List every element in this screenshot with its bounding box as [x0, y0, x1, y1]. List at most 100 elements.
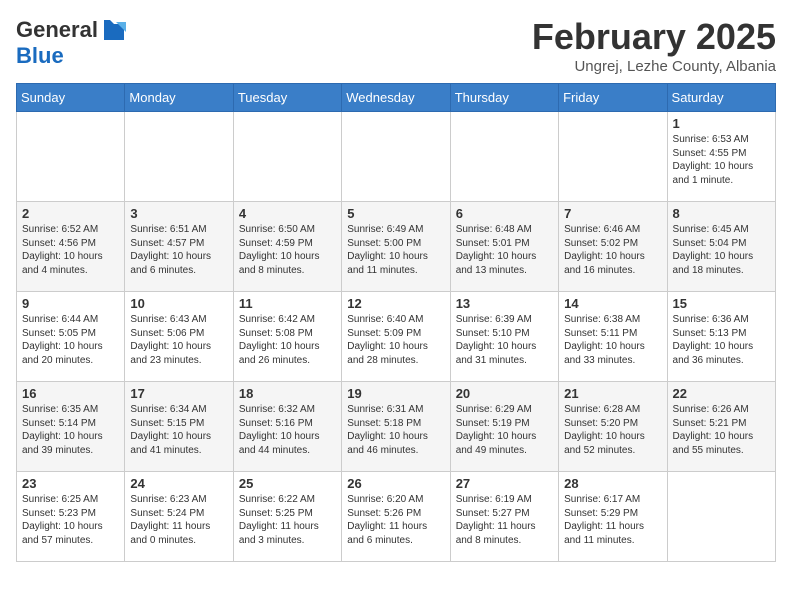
month-title: February 2025 — [532, 16, 776, 58]
day-info: Sunrise: 6:40 AM Sunset: 5:09 PM Dayligh… — [347, 313, 444, 367]
day-info: Sunrise: 6:49 AM Sunset: 5:00 PM Dayligh… — [347, 223, 444, 277]
day-number: 26 — [347, 476, 444, 491]
day-info: Sunrise: 6:29 AM Sunset: 5:19 PM Dayligh… — [456, 403, 553, 457]
day-number: 25 — [239, 476, 336, 491]
weekday-header-tuesday: Tuesday — [233, 84, 341, 112]
day-number: 8 — [673, 206, 770, 221]
day-number: 6 — [456, 206, 553, 221]
calendar-cell: 6 Sunrise: 6:48 AM Sunset: 5:01 PM Daylig… — [450, 202, 558, 292]
calendar-cell: 5 Sunrise: 6:49 AM Sunset: 5:00 PM Daylig… — [342, 202, 450, 292]
calendar-week-row: 2 Sunrise: 6:52 AM Sunset: 4:56 PM Daylig… — [17, 202, 776, 292]
day-info: Sunrise: 6:38 AM Sunset: 5:11 PM Dayligh… — [564, 313, 661, 367]
calendar-cell: 8 Sunrise: 6:45 AM Sunset: 5:04 PM Daylig… — [667, 202, 775, 292]
calendar-cell: 2 Sunrise: 6:52 AM Sunset: 4:56 PM Daylig… — [17, 202, 125, 292]
day-number: 23 — [22, 476, 119, 491]
day-number: 20 — [456, 386, 553, 401]
day-number: 28 — [564, 476, 661, 491]
logo-icon — [100, 16, 128, 44]
day-info: Sunrise: 6:50 AM Sunset: 4:59 PM Dayligh… — [239, 223, 336, 277]
calendar-cell: 14 Sunrise: 6:38 AM Sunset: 5:11 PM Dayli… — [559, 292, 667, 382]
calendar-cell: 21 Sunrise: 6:28 AM Sunset: 5:20 PM Dayli… — [559, 382, 667, 472]
calendar-cell — [559, 112, 667, 202]
calendar-cell — [233, 112, 341, 202]
calendar-cell — [17, 112, 125, 202]
weekday-header-saturday: Saturday — [667, 84, 775, 112]
calendar-cell: 18Sunrise: 6:32 AM Sunset: 5:16 PM Dayli… — [233, 382, 341, 472]
weekday-header-row: SundayMondayTuesdayWednesdayThursdayFrid… — [17, 84, 776, 112]
day-number: 18 — [239, 386, 336, 401]
calendar-cell: 27 Sunrise: 6:19 AM Sunset: 5:27 PM Dayli… — [450, 472, 558, 562]
day-info: Sunrise: 6:45 AM Sunset: 5:04 PM Dayligh… — [673, 223, 770, 277]
weekday-header-friday: Friday — [559, 84, 667, 112]
day-info: Sunrise: 6:35 AM Sunset: 5:14 PM Dayligh… — [22, 403, 119, 457]
day-info: Sunrise: 6:23 AM Sunset: 5:24 PM Dayligh… — [130, 493, 227, 547]
calendar-cell — [667, 472, 775, 562]
calendar-cell: 13Sunrise: 6:39 AM Sunset: 5:10 PM Dayli… — [450, 292, 558, 382]
day-number: 14 — [564, 296, 661, 311]
day-info: Sunrise: 6:46 AM Sunset: 5:02 PM Dayligh… — [564, 223, 661, 277]
calendar-cell: 28 Sunrise: 6:17 AM Sunset: 5:29 PM Dayli… — [559, 472, 667, 562]
day-info: Sunrise: 6:20 AM Sunset: 5:26 PM Dayligh… — [347, 493, 444, 547]
calendar-cell: 12 Sunrise: 6:40 AM Sunset: 5:09 PM Dayli… — [342, 292, 450, 382]
day-info: Sunrise: 6:42 AM Sunset: 5:08 PM Dayligh… — [239, 313, 336, 367]
calendar-cell: 4 Sunrise: 6:50 AM Sunset: 4:59 PM Daylig… — [233, 202, 341, 292]
calendar-week-row: 16 Sunrise: 6:35 AM Sunset: 5:14 PM Dayli… — [17, 382, 776, 472]
calendar-cell: 26 Sunrise: 6:20 AM Sunset: 5:26 PM Dayli… — [342, 472, 450, 562]
day-info: Sunrise: 6:17 AM Sunset: 5:29 PM Dayligh… — [564, 493, 661, 547]
day-info: Sunrise: 6:44 AM Sunset: 5:05 PM Dayligh… — [22, 313, 119, 367]
day-number: 24 — [130, 476, 227, 491]
day-info: Sunrise: 6:48 AM Sunset: 5:01 PM Dayligh… — [456, 223, 553, 277]
day-number: 16 — [22, 386, 119, 401]
calendar-cell: 22 Sunrise: 6:26 AM Sunset: 5:21 PM Dayli… — [667, 382, 775, 472]
calendar-table: SundayMondayTuesdayWednesdayThursdayFrid… — [16, 83, 776, 562]
day-number: 17 — [130, 386, 227, 401]
calendar-cell: 24 Sunrise: 6:23 AM Sunset: 5:24 PM Dayli… — [125, 472, 233, 562]
day-info: Sunrise: 6:31 AM Sunset: 5:18 PM Dayligh… — [347, 403, 444, 457]
calendar-cell: 20 Sunrise: 6:29 AM Sunset: 5:19 PM Dayli… — [450, 382, 558, 472]
day-number: 2 — [22, 206, 119, 221]
day-number: 21 — [564, 386, 661, 401]
weekday-header-thursday: Thursday — [450, 84, 558, 112]
logo-blue-text: Blue — [16, 44, 128, 68]
calendar-cell — [450, 112, 558, 202]
day-number: 10 — [130, 296, 227, 311]
day-info: Sunrise: 6:51 AM Sunset: 4:57 PM Dayligh… — [130, 223, 227, 277]
logo: General Blue — [16, 16, 128, 68]
calendar-week-row: 9 Sunrise: 6:44 AM Sunset: 5:05 PM Daylig… — [17, 292, 776, 382]
day-info: Sunrise: 6:26 AM Sunset: 5:21 PM Dayligh… — [673, 403, 770, 457]
weekday-header-monday: Monday — [125, 84, 233, 112]
day-number: 4 — [239, 206, 336, 221]
weekday-header-wednesday: Wednesday — [342, 84, 450, 112]
day-number: 15 — [673, 296, 770, 311]
day-info: Sunrise: 6:19 AM Sunset: 5:27 PM Dayligh… — [456, 493, 553, 547]
day-number: 19 — [347, 386, 444, 401]
calendar-week-row: 23Sunrise: 6:25 AM Sunset: 5:23 PM Dayli… — [17, 472, 776, 562]
weekday-header-sunday: Sunday — [17, 84, 125, 112]
day-info: Sunrise: 6:52 AM Sunset: 4:56 PM Dayligh… — [22, 223, 119, 277]
day-number: 9 — [22, 296, 119, 311]
location-title: Ungrej, Lezhe County, Albania — [532, 58, 776, 75]
calendar-cell: 9 Sunrise: 6:44 AM Sunset: 5:05 PM Daylig… — [17, 292, 125, 382]
day-number: 12 — [347, 296, 444, 311]
calendar-cell: 7Sunrise: 6:46 AM Sunset: 5:02 PM Daylig… — [559, 202, 667, 292]
day-number: 13 — [456, 296, 553, 311]
calendar-cell: 23Sunrise: 6:25 AM Sunset: 5:23 PM Dayli… — [17, 472, 125, 562]
calendar-cell: 16 Sunrise: 6:35 AM Sunset: 5:14 PM Dayli… — [17, 382, 125, 472]
calendar-cell — [342, 112, 450, 202]
day-info: Sunrise: 6:53 AM Sunset: 4:55 PM Dayligh… — [673, 133, 770, 187]
day-info: Sunrise: 6:28 AM Sunset: 5:20 PM Dayligh… — [564, 403, 661, 457]
day-info: Sunrise: 6:43 AM Sunset: 5:06 PM Dayligh… — [130, 313, 227, 367]
calendar-cell: 25 Sunrise: 6:22 AM Sunset: 5:25 PM Dayli… — [233, 472, 341, 562]
day-info: Sunrise: 6:22 AM Sunset: 5:25 PM Dayligh… — [239, 493, 336, 547]
day-number: 27 — [456, 476, 553, 491]
calendar-cell: 11 Sunrise: 6:42 AM Sunset: 5:08 PM Dayli… — [233, 292, 341, 382]
logo-general-text: General — [16, 18, 98, 42]
calendar-cell: 19 Sunrise: 6:31 AM Sunset: 5:18 PM Dayli… — [342, 382, 450, 472]
day-number: 5 — [347, 206, 444, 221]
calendar-cell: 15Sunrise: 6:36 AM Sunset: 5:13 PM Dayli… — [667, 292, 775, 382]
day-number: 22 — [673, 386, 770, 401]
calendar-cell: 1Sunrise: 6:53 AM Sunset: 4:55 PM Daylig… — [667, 112, 775, 202]
day-number: 11 — [239, 296, 336, 311]
calendar-cell: 17Sunrise: 6:34 AM Sunset: 5:15 PM Dayli… — [125, 382, 233, 472]
calendar-cell: 3Sunrise: 6:51 AM Sunset: 4:57 PM Daylig… — [125, 202, 233, 292]
